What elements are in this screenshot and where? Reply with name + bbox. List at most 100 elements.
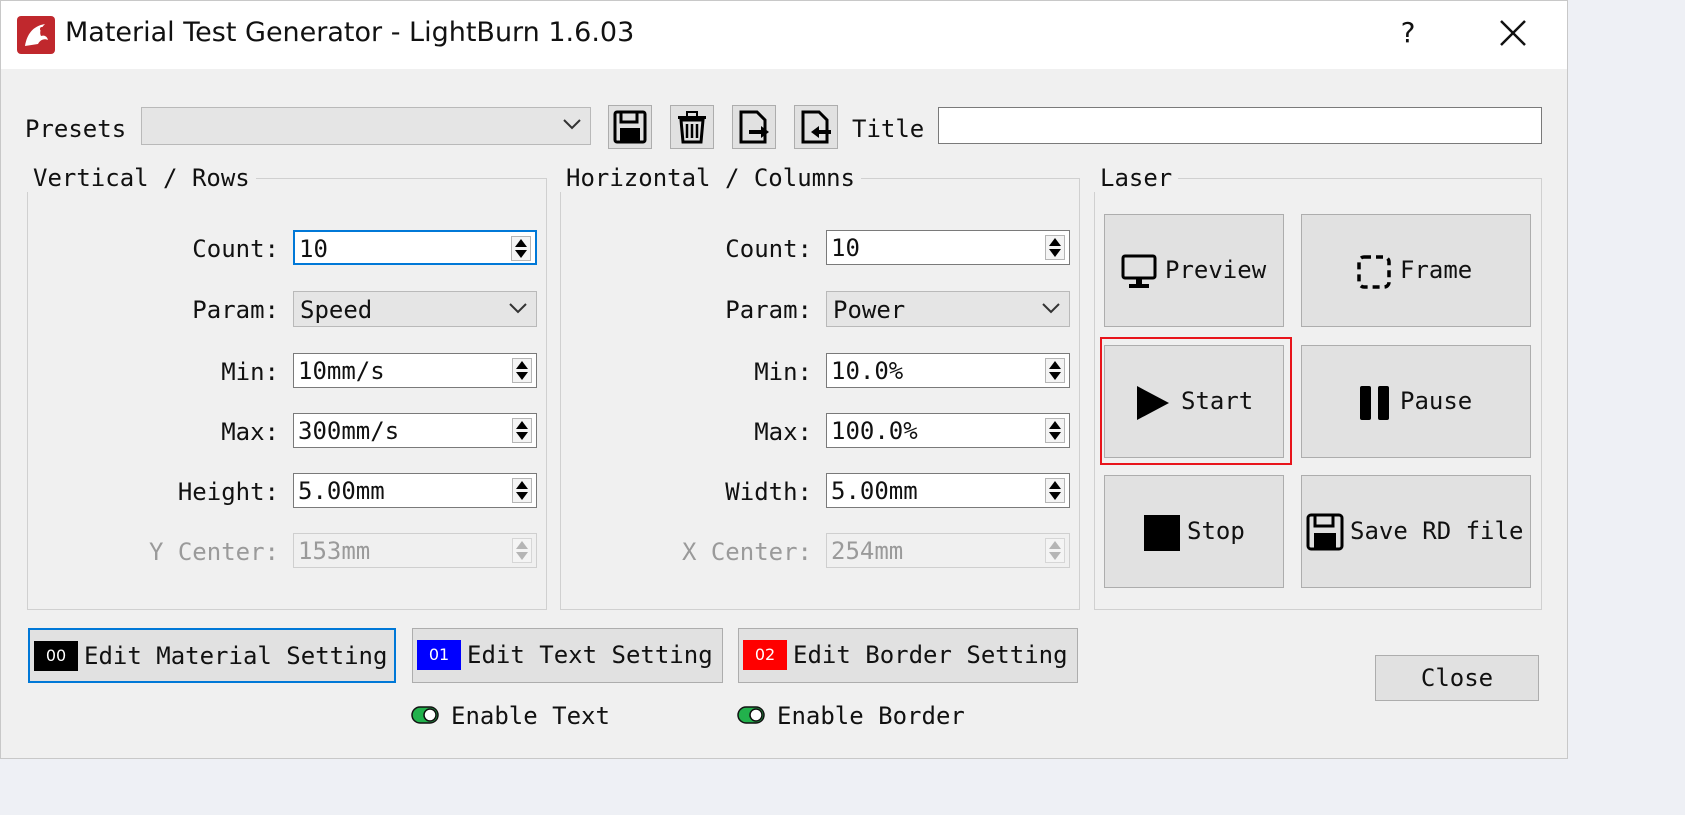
- pause-label: Pause: [1400, 387, 1473, 415]
- file-export-icon: [739, 110, 769, 144]
- save-rd-file-label: Save RD file: [1350, 517, 1524, 545]
- x-center-value: 254mm: [831, 537, 904, 565]
- chevron-down-icon: [509, 303, 527, 314]
- row-height-spinbox[interactable]: 5.00mm: [293, 473, 537, 508]
- laser-group-title: Laser: [1094, 164, 1179, 192]
- spin-arrows-icon[interactable]: [512, 358, 532, 383]
- spin-arrows-icon[interactable]: [512, 478, 532, 503]
- column-param-label: Param:: [725, 296, 812, 324]
- spin-arrows-icon: [1045, 538, 1065, 563]
- stop-button[interactable]: Stop: [1104, 475, 1284, 588]
- title-input[interactable]: [938, 107, 1542, 144]
- column-min-label: Min:: [754, 358, 812, 386]
- pause-icon: [1360, 386, 1389, 420]
- column-max-value: 100.0%: [831, 417, 918, 445]
- spin-arrows-icon[interactable]: [1045, 478, 1065, 503]
- row-max-label: Max:: [221, 418, 279, 446]
- edit-material-setting-label: Edit Material Setting: [84, 642, 388, 670]
- file-import-icon: [801, 110, 831, 144]
- help-button[interactable]: ?: [1393, 13, 1423, 53]
- delete-preset-button[interactable]: [670, 105, 714, 149]
- presets-label: Presets: [25, 115, 127, 143]
- material-layer-swatch: 00: [34, 641, 78, 671]
- start-highlight-box: [1100, 337, 1292, 465]
- stop-label: Stop: [1187, 517, 1245, 545]
- row-min-spinbox[interactable]: 10mm/s: [293, 353, 537, 388]
- trash-icon: [678, 111, 706, 144]
- x-center-label: X Center:: [681, 538, 812, 566]
- pause-button[interactable]: Pause: [1301, 345, 1531, 458]
- frame-icon: [1357, 255, 1391, 289]
- save-icon: [1306, 513, 1344, 551]
- row-height-label: Height:: [177, 478, 279, 506]
- column-width-label: Width:: [725, 478, 812, 506]
- enable-text-label: Enable Text: [451, 702, 610, 730]
- material-test-generator-window: Material Test Generator - LightBurn 1.6.…: [0, 0, 1568, 759]
- presets-dropdown[interactable]: [141, 107, 591, 145]
- monitor-icon: [1121, 254, 1157, 288]
- title-bar: Material Test Generator - LightBurn 1.6.…: [1, 1, 1567, 69]
- row-max-value: 300mm/s: [298, 417, 400, 445]
- edit-text-setting-label: Edit Text Setting: [467, 641, 713, 669]
- border-layer-swatch: 02: [743, 640, 787, 670]
- spin-arrows-icon[interactable]: [511, 236, 531, 261]
- row-min-label: Min:: [221, 358, 279, 386]
- row-max-spinbox[interactable]: 300mm/s: [293, 413, 537, 448]
- column-min-value: 10.0%: [831, 357, 904, 385]
- edit-material-setting-button[interactable]: 00 Edit Material Setting: [28, 628, 396, 683]
- frame-button[interactable]: Frame: [1301, 214, 1531, 327]
- row-count-label: Count:: [192, 235, 279, 263]
- column-param-dropdown[interactable]: Power: [826, 291, 1070, 327]
- save-preset-button[interactable]: [608, 105, 652, 149]
- import-preset-button[interactable]: [794, 105, 838, 149]
- chevron-down-icon: [563, 119, 581, 130]
- vertical-group-title: Vertical / Rows: [27, 164, 256, 192]
- save-icon: [613, 110, 647, 144]
- spin-arrows-icon[interactable]: [1045, 358, 1065, 383]
- column-count-label: Count:: [725, 235, 812, 263]
- enable-border-label: Enable Border: [777, 702, 965, 730]
- column-min-spinbox[interactable]: 10.0%: [826, 353, 1070, 388]
- lightburn-logo-icon: [17, 16, 55, 54]
- edit-border-setting-button[interactable]: 02 Edit Border Setting: [738, 628, 1078, 683]
- close-button[interactable]: Close: [1375, 655, 1539, 701]
- row-param-dropdown[interactable]: Speed: [293, 291, 537, 327]
- enable-text-toggle[interactable]: [411, 706, 439, 724]
- y-center-spinbox: 153mm: [293, 533, 537, 568]
- column-count-value: 10: [831, 234, 860, 262]
- frame-label: Frame: [1400, 256, 1473, 284]
- column-width-value: 5.00mm: [831, 477, 918, 505]
- column-width-spinbox[interactable]: 5.00mm: [826, 473, 1070, 508]
- window-title: Material Test Generator - LightBurn 1.6.…: [65, 17, 635, 48]
- column-count-spinbox[interactable]: 10: [826, 230, 1070, 265]
- horizontal-group-title: Horizontal / Columns: [560, 164, 861, 192]
- row-min-value: 10mm/s: [298, 357, 385, 385]
- column-max-label: Max:: [754, 418, 812, 446]
- y-center-label: Y Center:: [148, 538, 279, 566]
- x-center-spinbox: 254mm: [826, 533, 1070, 568]
- row-height-value: 5.00mm: [298, 477, 385, 505]
- spin-arrows-icon: [512, 538, 532, 563]
- title-label: Title: [852, 115, 925, 143]
- enable-border-toggle[interactable]: [737, 706, 765, 724]
- row-param-label: Param:: [192, 296, 279, 324]
- close-window-icon[interactable]: [1497, 17, 1529, 49]
- save-rd-file-button[interactable]: Save RD file: [1301, 475, 1531, 588]
- row-param-value: Speed: [300, 296, 373, 324]
- edit-text-setting-button[interactable]: 01 Edit Text Setting: [412, 628, 723, 683]
- row-count-value: 10: [299, 235, 328, 263]
- text-layer-swatch: 01: [417, 640, 461, 670]
- edit-border-setting-label: Edit Border Setting: [793, 641, 1068, 669]
- spin-arrows-icon[interactable]: [1045, 418, 1065, 443]
- column-max-spinbox[interactable]: 100.0%: [826, 413, 1070, 448]
- chevron-down-icon: [1042, 303, 1060, 314]
- spin-arrows-icon[interactable]: [1045, 235, 1065, 260]
- stop-icon: [1144, 515, 1180, 551]
- column-param-value: Power: [833, 296, 906, 324]
- spin-arrows-icon[interactable]: [512, 418, 532, 443]
- preview-label: Preview: [1165, 256, 1267, 284]
- export-preset-button[interactable]: [732, 105, 776, 149]
- preview-button[interactable]: Preview: [1104, 214, 1284, 327]
- y-center-value: 153mm: [298, 537, 371, 565]
- row-count-spinbox[interactable]: 10: [293, 230, 537, 265]
